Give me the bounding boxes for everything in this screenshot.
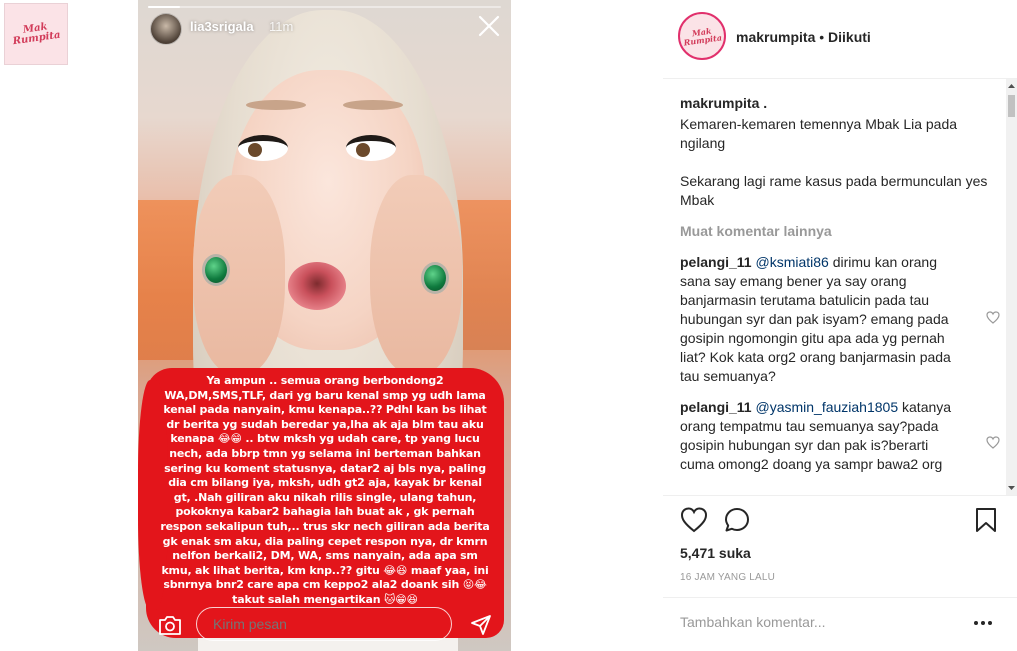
story-progress-bar [148, 6, 501, 8]
caption: makrumpita . Kemaren-kemaren temennya Mb… [680, 94, 1000, 210]
more-options-icon[interactable] [973, 620, 993, 626]
story-photo-ring [202, 254, 230, 286]
logo-line-2: Rumpita [12, 29, 62, 48]
follow-status-button[interactable]: Diikuti [828, 29, 871, 45]
caption-text: Kemaren-kemaren temennya Mbak Lia pada n… [680, 116, 988, 208]
divider [663, 78, 1017, 79]
story-username[interactable]: lia3srigala [190, 19, 254, 34]
avatar-logo-line-2: Rumpita [682, 32, 723, 48]
comment-like-icon[interactable] [986, 311, 1000, 324]
story-photo-brow [246, 100, 306, 110]
comment-mention[interactable]: @ksmiati86 [755, 254, 828, 270]
story-photo-eye [238, 135, 288, 161]
close-icon[interactable] [477, 14, 501, 38]
likes-count[interactable]: 5,471 suka [680, 545, 751, 561]
header-separator: • [815, 29, 829, 45]
comment-username[interactable]: pelangi_11 [680, 399, 752, 415]
comment-mention[interactable]: @yasmin_fauziah1805 [755, 399, 898, 415]
story-photo-brow [343, 100, 403, 110]
send-icon[interactable] [470, 614, 492, 636]
post-timestamp: 16 JAM YANG LALU [680, 572, 776, 583]
camera-icon[interactable] [158, 614, 182, 636]
story-avatar[interactable] [150, 13, 182, 45]
divider [663, 495, 1017, 496]
scroll-up-icon[interactable] [1006, 81, 1017, 91]
like-icon[interactable] [680, 506, 708, 533]
story-reply-input[interactable] [196, 607, 452, 641]
story-viewer[interactable]: lia3srigala 11m Ya ampun .. semua orang … [138, 0, 511, 651]
comment-text: dirimu kan orang sana say emang bener ya… [680, 254, 951, 384]
post-panel: Mak Rumpita makrumpita • Diikuti makrumpi… [663, 0, 1017, 651]
comment-item: pelangi_11 @ksmiati86 dirimu kan orang s… [680, 253, 1000, 386]
comment-username[interactable]: pelangi_11 [680, 254, 752, 270]
comment-icon[interactable] [724, 507, 750, 533]
post-username[interactable]: makrumpita [736, 29, 815, 45]
scroll-down-icon[interactable] [1006, 483, 1017, 493]
post-header: makrumpita • Diikuti [736, 29, 871, 45]
brand-logo: Mak Rumpita [4, 3, 68, 65]
bookmark-icon[interactable] [974, 507, 998, 533]
comments-scrollbar[interactable] [1006, 79, 1017, 495]
story-photo-eye [346, 135, 396, 161]
caption-username[interactable]: makrumpita . [680, 94, 1000, 113]
story-time: 11m [269, 19, 294, 34]
divider [663, 597, 1017, 598]
comments-list[interactable]: makrumpita . Kemaren-kemaren temennya Mb… [680, 94, 1000, 494]
story-text: Ya ampun .. semua orang berbondong2 WA,D… [160, 374, 490, 606]
post-avatar[interactable]: Mak Rumpita [678, 12, 726, 60]
comment-like-icon[interactable] [986, 436, 1000, 449]
comment-item: pelangi_11 @yasmin_fauziah1805 katanya o… [680, 398, 1000, 474]
scrollbar-thumb[interactable] [1008, 95, 1015, 117]
story-photo-ring [421, 262, 449, 294]
story-progress-fill [148, 6, 180, 8]
load-more-comments[interactable]: Muat komentar lainnya [680, 222, 1000, 241]
add-comment-input[interactable]: Tambahkan komentar... [680, 614, 826, 630]
story-photo-lips [288, 262, 346, 310]
